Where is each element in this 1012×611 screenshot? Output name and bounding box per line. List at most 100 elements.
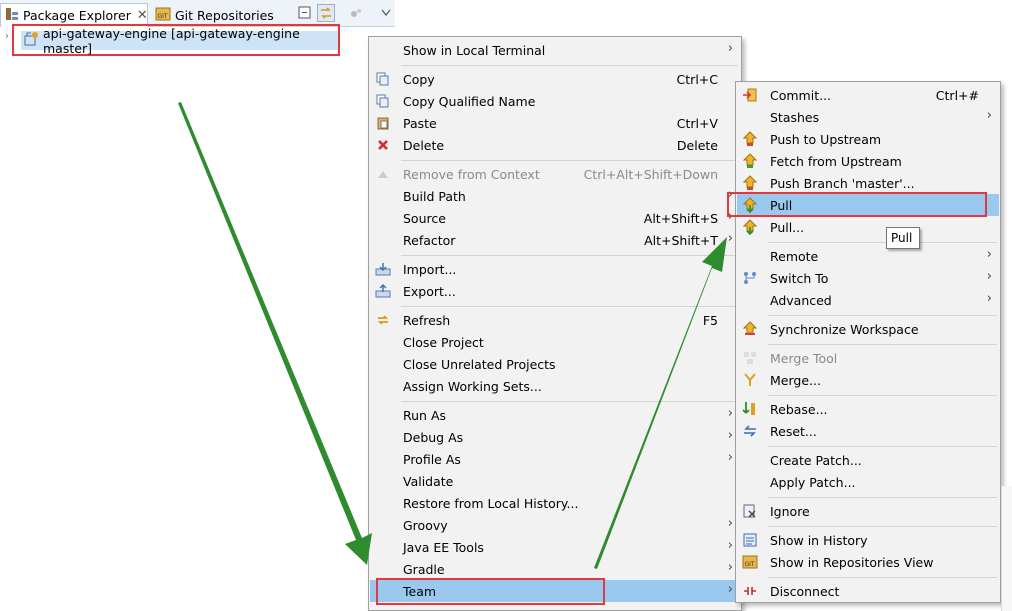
menu-separator (768, 242, 997, 243)
menu-item-refresh[interactable]: Refresh F5 (370, 309, 740, 331)
menu-item-gradle[interactable]: Gradle › (370, 558, 740, 580)
menu-item-stashes[interactable]: Stashes › (737, 106, 999, 128)
menu-item-source[interactable]: Source Alt+Shift+S › (370, 207, 740, 229)
menu-separator (401, 255, 738, 256)
remove-context-icon (375, 166, 391, 182)
push-icon (742, 131, 758, 147)
submenu-arrow-icon: › (727, 538, 733, 553)
collapse-all-icon[interactable] (296, 4, 314, 22)
menu-item-run-as[interactable]: Run As › (370, 404, 740, 426)
menu-item-build-path[interactable]: Build Path › (370, 185, 740, 207)
menu-separator (768, 497, 997, 498)
project-label: api-gateway-engine [api-gateway-engine m… (43, 25, 300, 56)
push-branch-icon (742, 175, 758, 191)
menu-item-commit[interactable]: Commit... Ctrl+# (737, 84, 999, 106)
menu-item-debug-as[interactable]: Debug As › (370, 426, 740, 448)
menu-item-java-ee-tools[interactable]: Java EE Tools › (370, 536, 740, 558)
menu-item-groovy[interactable]: Groovy › (370, 514, 740, 536)
menu-item-show-in-repositories-view[interactable]: GIT Show in Repositories View (737, 551, 999, 573)
menu-item-advanced[interactable]: Advanced › (737, 289, 999, 311)
submenu-arrow-icon: › (727, 41, 733, 56)
menu-item-close-unrelated-projects[interactable]: Close Unrelated Projects (370, 353, 740, 375)
submenu-arrow-icon: › (727, 560, 733, 575)
pull-dialog-icon (742, 219, 758, 235)
menu-separator (401, 65, 738, 66)
menu-item-pull-dialog[interactable]: Pull... (737, 216, 999, 238)
menu-item-apply-patch[interactable]: Apply Patch... (737, 471, 999, 493)
synchronize-icon (742, 321, 758, 337)
svg-text:GIT: GIT (745, 561, 755, 568)
submenu-arrow-icon: › (727, 406, 733, 421)
menu-item-push-branch[interactable]: Push Branch 'master'... (737, 172, 999, 194)
refresh-icon (375, 312, 391, 328)
tooltip-text: Pull (891, 231, 913, 245)
menu-item-switch-to[interactable]: Switch To › (737, 267, 999, 289)
history-icon (742, 532, 758, 548)
paste-icon (375, 115, 391, 131)
project-context-menu: Show in Local Terminal › Copy Ctrl+C Cop… (368, 36, 742, 611)
menu-item-refactor[interactable]: Refactor Alt+Shift+T › (370, 229, 740, 251)
menu-item-close-project[interactable]: Close Project (370, 331, 740, 353)
tab-package-explorer-label: Package Explorer (23, 8, 131, 23)
svg-text:GIT: GIT (158, 13, 168, 20)
reset-icon (742, 423, 758, 439)
menu-item-push-to-upstream[interactable]: Push to Upstream (737, 128, 999, 150)
menu-item-import[interactable]: Import... (370, 258, 740, 280)
menu-item-synchronize-workspace[interactable]: Synchronize Workspace (737, 318, 999, 340)
submenu-arrow-icon: › (727, 516, 733, 531)
git-repositories-icon: GIT (155, 6, 171, 25)
link-with-editor-icon[interactable] (317, 4, 335, 22)
menu-item-paste[interactable]: Paste Ctrl+V (370, 112, 740, 134)
menu-item-show-local-terminal[interactable]: Show in Local Terminal › (370, 39, 740, 61)
menu-item-fetch-from-upstream[interactable]: Fetch from Upstream (737, 150, 999, 172)
menu-item-reset[interactable]: Reset... (737, 420, 999, 442)
menu-item-show-in-history[interactable]: Show in History (737, 529, 999, 551)
disconnect-icon (742, 583, 758, 599)
menu-item-restore-local-history[interactable]: Restore from Local History... (370, 492, 740, 514)
submenu-arrow-icon: › (727, 450, 733, 465)
rebase-icon (742, 401, 758, 417)
menu-separator (768, 446, 997, 447)
submenu-arrow-icon: › (986, 108, 992, 123)
menu-item-validate[interactable]: Validate (370, 470, 740, 492)
arrow-down-to-team (178, 102, 372, 565)
menu-separator (401, 306, 738, 307)
menu-separator (768, 395, 997, 396)
menu-item-delete[interactable]: Delete Delete (370, 134, 740, 156)
switch-branch-icon (742, 270, 758, 286)
menu-item-ignore[interactable]: Ignore (737, 500, 999, 522)
menu-item-remote[interactable]: Remote › (737, 245, 999, 267)
menu-item-copy[interactable]: Copy Ctrl+C (370, 68, 740, 90)
copy-icon (375, 71, 391, 87)
menu-item-assign-working-sets[interactable]: Assign Working Sets... (370, 375, 740, 397)
merge-tool-icon (742, 350, 758, 366)
submenu-arrow-icon: › (986, 269, 992, 284)
project-tree-item[interactable]: api-gateway-engine [api-gateway-engine m… (12, 24, 340, 56)
fetch-icon (742, 153, 758, 169)
pull-tooltip: Pull (886, 227, 920, 249)
commit-icon (742, 87, 758, 103)
menu-separator (768, 526, 997, 527)
delete-icon (375, 137, 391, 153)
view-tab-bar: Package Explorer ✕ GIT Git Repositories (0, 0, 395, 27)
ignore-icon (742, 503, 758, 519)
submenu-arrow-icon: › (986, 247, 992, 262)
menu-item-rebase[interactable]: Rebase... (737, 398, 999, 420)
copy-qualified-icon (375, 93, 391, 109)
submenu-arrow-icon: › (727, 231, 733, 246)
submenu-arrow-icon: › (986, 291, 992, 306)
close-icon[interactable]: ✕ (137, 8, 148, 23)
team-highlight-box (376, 578, 605, 605)
view-menu-icon[interactable] (377, 4, 395, 22)
menu-item-merge-tool: Merge Tool (737, 347, 999, 369)
menu-item-create-patch[interactable]: Create Patch... (737, 449, 999, 471)
menu-item-merge[interactable]: Merge... (737, 369, 999, 391)
java-project-icon (23, 31, 39, 50)
expand-arrow-icon[interactable]: › (5, 31, 9, 42)
menu-separator (768, 577, 997, 578)
menu-item-profile-as[interactable]: Profile As › (370, 448, 740, 470)
menu-item-copy-qualified-name[interactable]: Copy Qualified Name (370, 90, 740, 112)
menu-item-disconnect[interactable]: Disconnect (737, 580, 999, 602)
focus-icon[interactable] (347, 4, 365, 22)
menu-item-export[interactable]: Export... (370, 280, 740, 302)
